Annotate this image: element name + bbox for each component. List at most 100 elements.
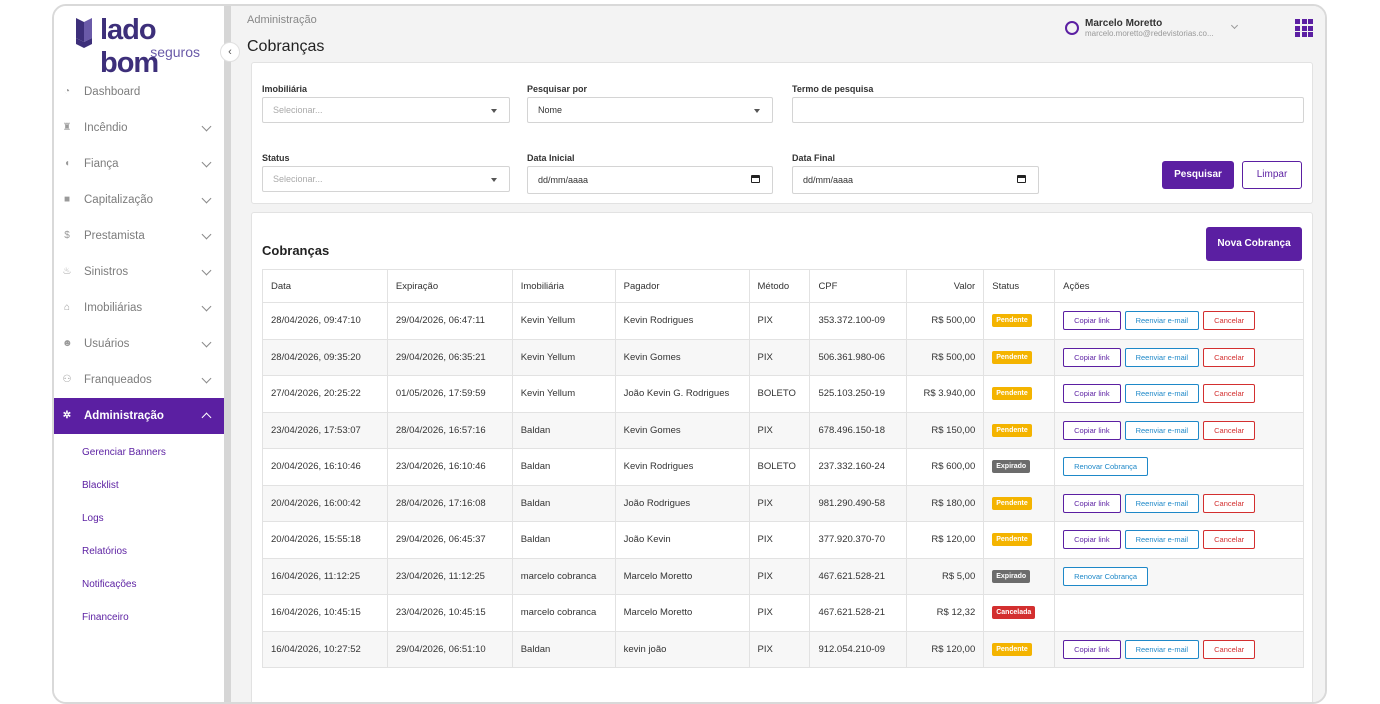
copy-link-button[interactable]: Copiar link <box>1063 530 1121 550</box>
chevron-down-icon[interactable] <box>201 373 212 384</box>
resend-email-button[interactable]: Reenviar e-mail <box>1124 420 1200 440</box>
renew-charge-button[interactable]: Renovar Cobrança <box>1063 457 1149 477</box>
column-header[interactable]: Imobiliária <box>511 269 616 303</box>
chevron-down-icon[interactable] <box>201 193 212 204</box>
cell-cpf: 525.103.250-19 <box>809 375 908 413</box>
calendar-icon[interactable] <box>1017 175 1026 183</box>
table-row: 20/04/2026, 15:55:18 29/04/2026, 06:45:37… <box>262 521 1304 559</box>
cell-imob: Kevin Yellum <box>511 338 616 376</box>
table-row: 27/04/2026, 20:25:22 01/05/2026, 17:59:59… <box>262 375 1304 413</box>
cell-data: 23/04/2026, 17:53:07 <box>262 411 388 449</box>
cancel-charge-button[interactable]: Cancelar <box>1203 347 1256 367</box>
submenu-item[interactable]: Logs <box>54 502 224 535</box>
calendar-icon[interactable] <box>751 175 760 183</box>
chevron-down-icon[interactable] <box>201 301 212 312</box>
cancel-charge-button[interactable]: Cancelar <box>1203 420 1256 440</box>
column-header[interactable]: CPF <box>809 269 908 303</box>
cancel-charge-button[interactable]: Cancelar <box>1203 639 1256 659</box>
status-select[interactable]: Selecionar... <box>262 166 510 192</box>
sidebar-item-6[interactable]: ♨ Sinistros <box>54 254 224 290</box>
chevron-down-icon[interactable] <box>201 121 212 132</box>
app-window: lado bom seguros ◔ Dashboard ♜ Incêndio ◖ Fia… <box>52 4 1327 704</box>
copy-link-button[interactable]: Copiar link <box>1063 311 1121 331</box>
breadcrumb[interactable]: Administração <box>247 14 317 26</box>
copy-link-button[interactable]: Copiar link <box>1063 639 1121 659</box>
column-header[interactable]: Ações <box>1054 269 1304 303</box>
sidebar-item-4[interactable]: ■ Capitalização <box>54 182 224 218</box>
column-header[interactable]: Expiração <box>386 269 513 303</box>
cell-cpf: 912.054.210-09 <box>809 630 908 668</box>
cell-pagador: João Kevin <box>614 521 750 559</box>
resend-email-button[interactable]: Reenviar e-mail <box>1124 311 1200 331</box>
logo[interactable]: lado bom seguros <box>72 14 212 79</box>
pesquisar-por-select[interactable]: Nome <box>527 97 773 123</box>
column-header[interactable]: Valor <box>906 269 985 303</box>
sidebar-item-5[interactable]: $ Prestamista <box>54 218 224 254</box>
resend-email-button[interactable]: Reenviar e-mail <box>1124 639 1200 659</box>
status-badge: Pendente <box>992 533 1032 547</box>
cancel-charge-button[interactable]: Cancelar <box>1203 493 1256 513</box>
copy-link-button[interactable]: Copiar link <box>1063 347 1121 367</box>
cell-status: Expirado <box>983 557 1056 595</box>
submenu-item[interactable]: Relatórios <box>54 535 224 568</box>
cell-cpf: 981.290.490-58 <box>809 484 908 522</box>
chevron-down-icon[interactable] <box>1230 21 1239 30</box>
chevron-up-icon[interactable] <box>201 412 212 423</box>
sidebar-item-2[interactable]: ♜ Incêndio <box>54 110 224 146</box>
cell-data: 16/04/2026, 10:27:52 <box>262 630 388 668</box>
data-final-input[interactable]: dd/mm/aaaa <box>792 166 1039 194</box>
new-charge-button[interactable]: Nova Cobrança <box>1206 227 1302 261</box>
submenu-item[interactable]: Notificações <box>54 568 224 601</box>
cell-data: 20/04/2026, 16:10:46 <box>262 448 388 486</box>
cancel-charge-button[interactable]: Cancelar <box>1203 311 1256 331</box>
cell-data: 16/04/2026, 10:45:15 <box>262 594 388 632</box>
copy-link-button[interactable]: Copiar link <box>1063 420 1121 440</box>
cancel-charge-button[interactable]: Cancelar <box>1203 530 1256 550</box>
apps-grid-icon[interactable] <box>1295 19 1313 37</box>
submenu-item[interactable]: Gerenciar Banners <box>54 436 224 469</box>
sidebar-item-9[interactable]: ⚇ Franqueados <box>54 362 224 398</box>
data-inicial-input[interactable]: dd/mm/aaaa <box>527 166 773 194</box>
fire-icon: ♨ <box>62 266 72 277</box>
chevron-down-icon[interactable] <box>201 157 212 168</box>
resend-email-button[interactable]: Reenviar e-mail <box>1124 493 1200 513</box>
chevron-down-icon[interactable] <box>201 229 212 240</box>
sidebar-item-7[interactable]: ⌂ Imobiliárias <box>54 290 224 326</box>
data-final-label: Data Final <box>792 153 836 163</box>
column-header[interactable]: Método <box>748 269 811 303</box>
clear-button[interactable]: Limpar <box>1242 161 1302 189</box>
user-menu[interactable]: Marcelo Moretto marcelo.moretto@redevist… <box>1065 18 1265 48</box>
submenu-item[interactable]: Financeiro <box>54 601 224 634</box>
imobiliaria-select-value: Selecionar... <box>273 105 323 115</box>
sidebar-item-10[interactable]: ✲ Administração <box>54 398 224 434</box>
cell-exp: 23/04/2026, 10:45:15 <box>386 594 513 632</box>
termo-input[interactable] <box>792 97 1304 123</box>
status-badge: Expirado <box>992 460 1031 474</box>
cell-pagador: João Rodrigues <box>614 484 750 522</box>
search-button[interactable]: Pesquisar <box>1162 161 1234 189</box>
copy-link-button[interactable]: Copiar link <box>1063 384 1121 404</box>
column-header[interactable]: Status <box>983 269 1056 303</box>
cell-metodo: BOLETO <box>748 375 811 413</box>
resend-email-button[interactable]: Reenviar e-mail <box>1124 384 1200 404</box>
cell-status: Pendente <box>983 338 1056 376</box>
cancel-charge-button[interactable]: Cancelar <box>1203 384 1256 404</box>
resend-email-button[interactable]: Reenviar e-mail <box>1124 347 1200 367</box>
renew-charge-button[interactable]: Renovar Cobrança <box>1063 566 1149 586</box>
sidebar-item-3[interactable]: ◖ Fiança <box>54 146 224 182</box>
data-inicial-value: dd/mm/aaaa <box>538 175 589 185</box>
chevron-down-icon[interactable] <box>201 265 212 276</box>
resend-email-button[interactable]: Reenviar e-mail <box>1124 530 1200 550</box>
table-row: 20/04/2026, 16:00:42 28/04/2026, 17:16:08… <box>262 484 1304 522</box>
column-header[interactable]: Data <box>262 269 388 303</box>
sidebar-item-1[interactable]: ◔ Dashboard <box>54 74 224 110</box>
sidebar-item-8[interactable]: ☻ Usuários <box>54 326 224 362</box>
submenu-item[interactable]: Blacklist <box>54 469 224 502</box>
imobiliaria-select[interactable]: Selecionar... <box>262 97 510 123</box>
collapse-sidebar-button[interactable]: ‹ <box>220 42 240 62</box>
admin-submenu: Gerenciar Banners Blacklist Logs Relatórios… <box>54 434 224 634</box>
column-header[interactable]: Pagador <box>614 269 750 303</box>
chevron-down-icon[interactable] <box>201 337 212 348</box>
cell-metodo: PIX <box>748 302 811 340</box>
copy-link-button[interactable]: Copiar link <box>1063 493 1121 513</box>
